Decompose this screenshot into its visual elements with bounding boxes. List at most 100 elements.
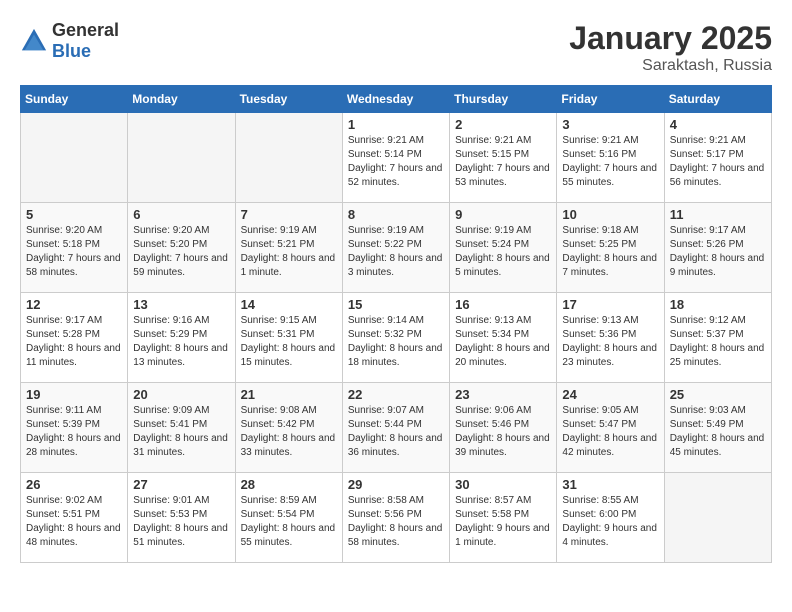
- calendar-cell: 31Sunrise: 8:55 AMSunset: 6:00 PMDayligh…: [557, 473, 664, 563]
- day-number: 11: [670, 207, 766, 222]
- day-number: 17: [562, 297, 658, 312]
- day-info: Sunrise: 9:21 AMSunset: 5:16 PMDaylight:…: [562, 134, 658, 190]
- day-number: 24: [562, 387, 658, 402]
- day-number: 23: [455, 387, 551, 402]
- location: Saraktash, Russia: [569, 57, 772, 75]
- day-number: 16: [455, 297, 551, 312]
- day-info: Sunrise: 9:11 AMSunset: 5:39 PMDaylight:…: [26, 404, 122, 460]
- calendar-cell: 15Sunrise: 9:14 AMSunset: 5:32 PMDayligh…: [342, 293, 449, 383]
- day-info: Sunrise: 9:15 AMSunset: 5:31 PMDaylight:…: [241, 314, 337, 370]
- day-number: 26: [26, 477, 122, 492]
- calendar-week-1: 1Sunrise: 9:21 AMSunset: 5:14 PMDaylight…: [21, 113, 772, 203]
- day-info: Sunrise: 9:18 AMSunset: 5:25 PMDaylight:…: [562, 224, 658, 280]
- day-info: Sunrise: 8:59 AMSunset: 5:54 PMDaylight:…: [241, 494, 337, 550]
- col-tuesday: Tuesday: [235, 86, 342, 113]
- day-number: 3: [562, 117, 658, 132]
- calendar-cell: [21, 113, 128, 203]
- calendar-cell: 10 Sunrise: 9:18 AMSunset: 5:25 PMDayligh…: [557, 203, 664, 293]
- calendar-cell: 16 Sunrise: 9:13 AMSunset: 5:34 PMDayligh…: [450, 293, 557, 383]
- day-info: Sunrise: 9:19 AMSunset: 5:24 PMDaylight:…: [455, 224, 551, 280]
- day-number: 7: [241, 207, 337, 222]
- day-info: Sunrise: 9:05 AMSunset: 5:47 PMDaylight:…: [562, 404, 658, 460]
- calendar-cell: [235, 113, 342, 203]
- day-info: Sunrise: 9:13 AMSunset: 5:34 PMDaylight:…: [455, 314, 551, 370]
- day-number: 14: [241, 297, 337, 312]
- calendar-week-2: 5 Sunrise: 9:20 AMSunset: 5:18 PMDaylight…: [21, 203, 772, 293]
- day-info: Sunrise: 9:21 AMSunset: 5:17 PMDaylight:…: [670, 134, 766, 190]
- day-number: 13: [133, 297, 229, 312]
- calendar-cell: 19 Sunrise: 9:11 AMSunset: 5:39 PMDayligh…: [21, 383, 128, 473]
- day-info: Sunrise: 8:58 AMSunset: 5:56 PMDaylight:…: [348, 494, 444, 550]
- calendar-cell: 23 Sunrise: 9:06 AMSunset: 5:46 PMDayligh…: [450, 383, 557, 473]
- calendar-cell: 30 Sunrise: 8:57 AMSunset: 5:58 PMDayligh…: [450, 473, 557, 563]
- day-info: Sunrise: 9:06 AMSunset: 5:46 PMDaylight:…: [455, 404, 551, 460]
- day-number: 30: [455, 477, 551, 492]
- day-number: 19: [26, 387, 122, 402]
- col-wednesday: Wednesday: [342, 86, 449, 113]
- col-friday: Friday: [557, 86, 664, 113]
- calendar-cell: 8 Sunrise: 9:19 AMSunset: 5:22 PMDaylight…: [342, 203, 449, 293]
- title-block: January 2025 Saraktash, Russia: [569, 20, 772, 75]
- calendar-cell: 4 Sunrise: 9:21 AMSunset: 5:17 PMDaylight…: [664, 113, 771, 203]
- day-number: 9: [455, 207, 551, 222]
- calendar-cell: 1Sunrise: 9:21 AMSunset: 5:14 PMDaylight…: [342, 113, 449, 203]
- day-number: 4: [670, 117, 766, 132]
- calendar-cell: 20Sunrise: 9:09 AMSunset: 5:41 PMDayligh…: [128, 383, 235, 473]
- calendar-cell: 5 Sunrise: 9:20 AMSunset: 5:18 PMDaylight…: [21, 203, 128, 293]
- day-number: 22: [348, 387, 444, 402]
- day-info: Sunrise: 9:17 AMSunset: 5:26 PMDaylight:…: [670, 224, 766, 280]
- day-number: 31: [562, 477, 658, 492]
- calendar-cell: 12Sunrise: 9:17 AMSunset: 5:28 PMDayligh…: [21, 293, 128, 383]
- calendar-cell: 28 Sunrise: 8:59 AMSunset: 5:54 PMDayligh…: [235, 473, 342, 563]
- day-info: Sunrise: 8:57 AMSunset: 5:58 PMDaylight:…: [455, 494, 551, 550]
- day-number: 29: [348, 477, 444, 492]
- day-number: 8: [348, 207, 444, 222]
- calendar-cell: 13Sunrise: 9:16 AMSunset: 5:29 PMDayligh…: [128, 293, 235, 383]
- month-year: January 2025: [569, 20, 772, 57]
- day-number: 28: [241, 477, 337, 492]
- day-info: Sunrise: 9:12 AMSunset: 5:37 PMDaylight:…: [670, 314, 766, 370]
- day-info: Sunrise: 9:07 AMSunset: 5:44 PMDaylight:…: [348, 404, 444, 460]
- logo-icon: [20, 27, 48, 55]
- calendar-week-4: 19 Sunrise: 9:11 AMSunset: 5:39 PMDayligh…: [21, 383, 772, 473]
- calendar-week-3: 12Sunrise: 9:17 AMSunset: 5:28 PMDayligh…: [21, 293, 772, 383]
- day-number: 6: [133, 207, 229, 222]
- day-info: Sunrise: 9:08 AMSunset: 5:42 PMDaylight:…: [241, 404, 337, 460]
- day-number: 21: [241, 387, 337, 402]
- calendar-table: Sunday Monday Tuesday Wednesday Thursday…: [20, 85, 772, 563]
- day-info: Sunrise: 9:03 AMSunset: 5:49 PMDaylight:…: [670, 404, 766, 460]
- day-info: Sunrise: 9:02 AMSunset: 5:51 PMDaylight:…: [26, 494, 122, 550]
- calendar-cell: [664, 473, 771, 563]
- day-info: Sunrise: 9:19 AMSunset: 5:21 PMDaylight:…: [241, 224, 337, 280]
- day-info: Sunrise: 9:21 AMSunset: 5:15 PMDaylight:…: [455, 134, 551, 190]
- calendar-cell: 3 Sunrise: 9:21 AMSunset: 5:16 PMDaylight…: [557, 113, 664, 203]
- calendar-cell: 24 Sunrise: 9:05 AMSunset: 5:47 PMDayligh…: [557, 383, 664, 473]
- calendar-cell: 21 Sunrise: 9:08 AMSunset: 5:42 PMDayligh…: [235, 383, 342, 473]
- day-number: 18: [670, 297, 766, 312]
- day-info: Sunrise: 9:09 AMSunset: 5:41 PMDaylight:…: [133, 404, 229, 460]
- col-sunday: Sunday: [21, 86, 128, 113]
- logo: General Blue: [20, 20, 119, 62]
- day-number: 5: [26, 207, 122, 222]
- day-info: Sunrise: 9:20 AMSunset: 5:18 PMDaylight:…: [26, 224, 122, 280]
- page-header: General Blue January 2025 Saraktash, Rus…: [20, 20, 772, 75]
- calendar-week-5: 26 Sunrise: 9:02 AMSunset: 5:51 PMDayligh…: [21, 473, 772, 563]
- calendar-cell: 9 Sunrise: 9:19 AMSunset: 5:24 PMDaylight…: [450, 203, 557, 293]
- day-number: 2: [455, 117, 551, 132]
- calendar-cell: 17Sunrise: 9:13 AMSunset: 5:36 PMDayligh…: [557, 293, 664, 383]
- calendar-cell: 2 Sunrise: 9:21 AMSunset: 5:15 PMDaylight…: [450, 113, 557, 203]
- calendar-cell: 14 Sunrise: 9:15 AMSunset: 5:31 PMDayligh…: [235, 293, 342, 383]
- calendar-cell: 25 Sunrise: 9:03 AMSunset: 5:49 PMDayligh…: [664, 383, 771, 473]
- calendar-cell: 11 Sunrise: 9:17 AMSunset: 5:26 PMDayligh…: [664, 203, 771, 293]
- calendar-cell: 6Sunrise: 9:20 AMSunset: 5:20 PMDaylight…: [128, 203, 235, 293]
- calendar-cell: 26 Sunrise: 9:02 AMSunset: 5:51 PMDayligh…: [21, 473, 128, 563]
- day-info: Sunrise: 9:17 AMSunset: 5:28 PMDaylight:…: [26, 314, 122, 370]
- day-info: Sunrise: 9:19 AMSunset: 5:22 PMDaylight:…: [348, 224, 444, 280]
- col-thursday: Thursday: [450, 86, 557, 113]
- day-info: Sunrise: 9:01 AMSunset: 5:53 PMDaylight:…: [133, 494, 229, 550]
- day-number: 27: [133, 477, 229, 492]
- logo-text: General Blue: [52, 20, 119, 62]
- day-number: 10: [562, 207, 658, 222]
- day-number: 25: [670, 387, 766, 402]
- calendar-cell: 22 Sunrise: 9:07 AMSunset: 5:44 PMDayligh…: [342, 383, 449, 473]
